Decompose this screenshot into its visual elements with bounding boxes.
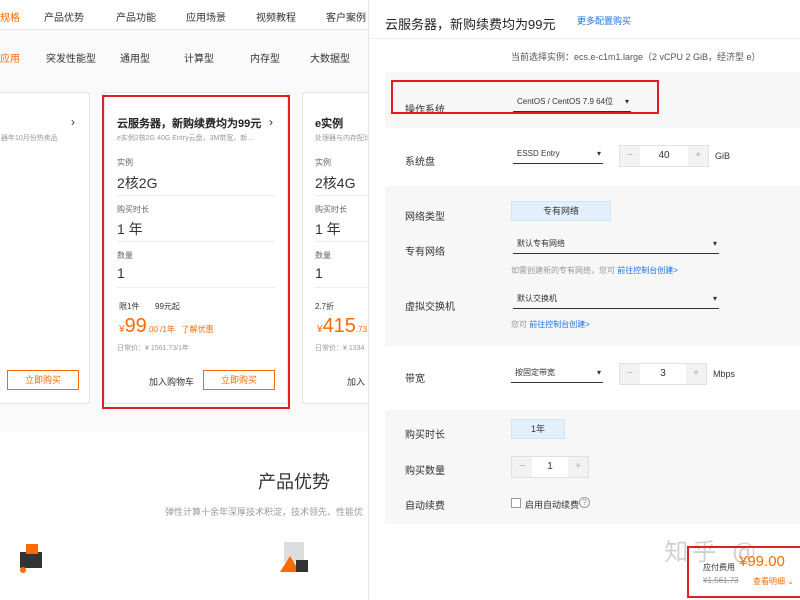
duration-label: 购买时长	[405, 430, 445, 441]
network-type-option[interactable]: 专有网络	[511, 201, 611, 221]
instance-type-nav: 应用 突发性能型 通用型 计算型 内存型 大数据型	[0, 30, 368, 80]
panel-title: 云服务器，新购续费均为99元	[385, 17, 556, 32]
price-integer: 415	[322, 315, 356, 337]
decrement-button[interactable]: −	[620, 146, 640, 166]
decrement-button[interactable]: −	[512, 457, 532, 477]
create-vpc-link[interactable]: 前往控制台创建>	[617, 266, 678, 275]
divider	[315, 241, 368, 242]
auto-renew-label: 自动续费	[405, 501, 445, 512]
divider	[315, 287, 368, 288]
product-nav: 规格 产品优势 产品功能 应用场景 视频教程 客户案例	[0, 0, 368, 34]
subtab-app[interactable]: 应用	[0, 50, 20, 65]
disk-size-stepper[interactable]: −40 +	[619, 145, 709, 167]
increment-button[interactable]: +	[688, 146, 708, 166]
advantages-subtitle: 弹性计算十余年深厚技术积淀，技术领先、性能优	[165, 507, 364, 517]
advantages-title: 产品优势	[258, 472, 330, 492]
subtab-compute[interactable]: 计算型	[184, 50, 214, 65]
quantity-value[interactable]: 1	[315, 265, 323, 281]
tab-scenarios[interactable]: 应用场景	[186, 9, 226, 24]
instance-value[interactable]: 2核4G	[315, 173, 355, 193]
card-subtitle: 器年10月份热卖品	[1, 135, 58, 142]
caret-down-icon: ▾	[712, 294, 717, 303]
increment-button[interactable]: +	[568, 457, 588, 477]
bandwidth-value[interactable]: 3	[640, 364, 686, 384]
purchase-options-section	[385, 410, 800, 524]
disk-type-select[interactable]: ESSD Entry ▾	[513, 146, 603, 164]
card-subtitle: 处理器与内存配比为1:2	[315, 135, 368, 142]
current-instance: 当前选择实例：ecs.e-c1m1.large（2 vCPU 2 GiB，经济型…	[511, 52, 761, 62]
caret-down-icon: ▾	[596, 368, 601, 377]
buy-now-button[interactable]: 立即购买	[7, 370, 79, 390]
subtab-bigdata[interactable]: 大数据型	[310, 50, 350, 65]
increment-button[interactable]: +	[686, 364, 706, 384]
tab-advantages[interactable]: 产品优势	[44, 9, 84, 24]
vpc-select[interactable]: 默认专有网络 ▾	[513, 236, 719, 254]
duration-option[interactable]: 1年	[511, 419, 565, 439]
product-page: 规格 产品优势 产品功能 应用场景 视频教程 客户案例 应用 突发性能型 通用型…	[0, 0, 368, 600]
disk-label: 系统盘	[405, 157, 435, 168]
quantity-value[interactable]: 1	[532, 457, 568, 477]
card-title: e实例	[315, 118, 344, 130]
vswitch-hint: 您可 前往控制台创建>	[511, 320, 590, 329]
stability-icon	[14, 540, 48, 574]
disk-type-value: ESSD Entry	[517, 149, 560, 158]
bandwidth-stepper[interactable]: −3 +	[619, 363, 707, 385]
vpc-label: 专有网络	[405, 247, 445, 258]
create-vswitch-link[interactable]: 前往控制台创建>	[529, 320, 590, 329]
disk-unit: GiB	[715, 151, 731, 161]
quantity-stepper[interactable]: −1 +	[511, 456, 589, 478]
help-icon[interactable]: ?	[579, 497, 590, 508]
bandwidth-unit: Mbps	[713, 369, 736, 379]
quantity-label: 数量	[315, 251, 331, 260]
duration-value[interactable]: 1 年	[315, 219, 341, 239]
auto-renew-checkbox[interactable]	[511, 498, 521, 508]
price-fraction: .73	[355, 325, 368, 334]
instance-label: 实例	[315, 158, 331, 167]
tab-cases[interactable]: 客户案例	[326, 9, 366, 24]
elasticity-icon	[276, 538, 312, 576]
subtab-memory[interactable]: 内存型	[250, 50, 280, 65]
decrement-button[interactable]: −	[620, 364, 640, 384]
purchase-panel: 云服务器，新购续费均为99元 更多配置购买 当前选择实例：ecs.e-c1m1.…	[368, 0, 800, 600]
add-to-cart-link[interactable]: 加入	[347, 375, 365, 388]
bandwidth-type-select[interactable]: 按固定带宽 ▾	[511, 365, 603, 383]
vswitch-label: 虚拟交换机	[405, 302, 455, 313]
highlight-box	[391, 80, 659, 114]
price: ¥415.73	[317, 315, 367, 338]
duration-label: 购买时长	[315, 205, 347, 214]
product-card-e: e实例 处理器与内存配比为1:2 实例 2核4G 购买时长 1 年 数量 1 2…	[302, 92, 368, 404]
vswitch-select[interactable]: 默认交换机 ▾	[513, 291, 719, 309]
tab-specs[interactable]: 规格	[0, 9, 20, 34]
caret-down-icon: ▾	[596, 149, 601, 158]
chevron-right-icon[interactable]: ›	[71, 115, 75, 129]
divider	[315, 195, 368, 196]
product-card-left: › 器年10月份热卖品 立即购买	[0, 92, 90, 404]
subtab-burstable[interactable]: 突发性能型	[46, 50, 96, 65]
highlight-box	[102, 95, 290, 409]
caret-down-icon: ▾	[712, 239, 717, 248]
network-type-label: 网络类型	[405, 212, 445, 223]
vswitch-select-value: 默认交换机	[517, 294, 557, 303]
vpc-hint: 如需创建新的专有网络，您可 前往控制台创建>	[511, 266, 678, 275]
disk-size-value[interactable]: 40	[640, 146, 688, 166]
tab-features[interactable]: 产品功能	[116, 9, 156, 24]
bandwidth-type-value: 按固定带宽	[515, 368, 555, 377]
discount-badge: 2.7折	[315, 302, 335, 311]
quantity-label: 购买数量	[405, 466, 445, 477]
more-config-link[interactable]: 更多配置购买	[577, 14, 631, 27]
bandwidth-label: 带宽	[405, 374, 425, 385]
daily-price: 日常价：¥ 1334	[315, 345, 365, 352]
tab-videos[interactable]: 视频教程	[256, 9, 296, 24]
auto-renew-option[interactable]: 启用自动续费	[525, 498, 579, 511]
highlight-box	[687, 546, 800, 598]
subtab-general[interactable]: 通用型	[120, 50, 150, 65]
vpc-select-value: 默认专有网络	[517, 239, 565, 248]
